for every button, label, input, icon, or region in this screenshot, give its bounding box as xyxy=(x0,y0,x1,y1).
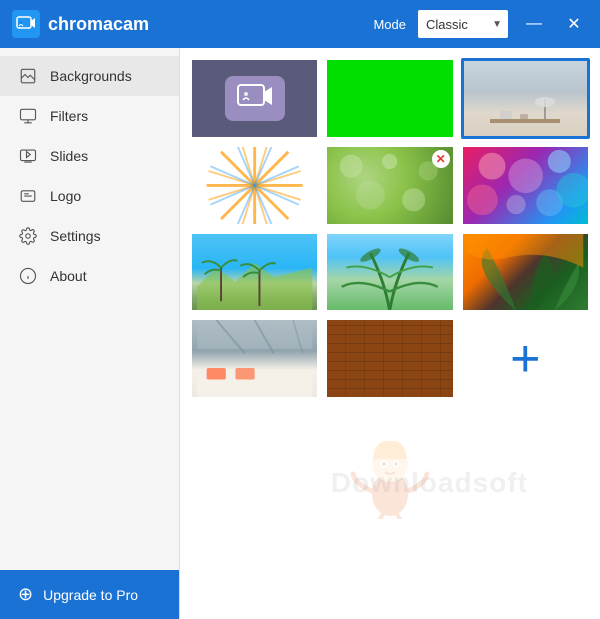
titlebar-controls: Mode Classic Virtual Custom ▼ — ✕ xyxy=(373,10,588,38)
background-thumb-brick[interactable] xyxy=(325,318,454,399)
add-background-button[interactable]: + xyxy=(461,318,590,399)
filters-icon xyxy=(18,106,38,126)
about-label: About xyxy=(50,268,87,284)
sidebar-nav: Backgrounds Filters Sl xyxy=(0,48,179,570)
backgrounds-icon xyxy=(18,66,38,86)
background-thumb-color-bokeh[interactable] xyxy=(461,145,590,226)
backgrounds-grid: ✕ xyxy=(180,48,600,409)
logo-label: Logo xyxy=(50,188,81,204)
logo-icon xyxy=(12,10,40,38)
minimize-button[interactable]: — xyxy=(520,10,548,38)
sidebar: Backgrounds Filters Sl xyxy=(0,48,180,619)
background-thumb-logo[interactable] xyxy=(190,58,319,139)
sidebar-item-about[interactable]: About xyxy=(0,256,179,296)
slides-icon xyxy=(18,146,38,166)
app-name: chromacam xyxy=(48,14,149,35)
upgrade-label: Upgrade to Pro xyxy=(43,587,138,603)
background-thumb-green[interactable] xyxy=(325,58,454,139)
sidebar-item-logo[interactable]: Logo xyxy=(0,176,179,216)
settings-icon xyxy=(18,226,38,246)
background-thumb-interior[interactable] xyxy=(190,318,319,399)
filters-label: Filters xyxy=(50,108,88,124)
about-icon xyxy=(18,266,38,286)
chromacam-logo-icon xyxy=(225,76,285,121)
mascot-figure xyxy=(345,429,435,519)
background-thumb-tropical[interactable] xyxy=(461,232,590,313)
background-thumb-bokeh[interactable]: ✕ xyxy=(325,145,454,226)
background-thumb-room[interactable] xyxy=(461,58,590,139)
background-thumb-palm-close[interactable] xyxy=(325,232,454,313)
upgrade-circle-icon: ⊕ xyxy=(18,584,33,605)
app-logo: chromacam xyxy=(12,10,373,38)
content-area: ✕ xyxy=(180,48,600,619)
sidebar-item-backgrounds[interactable]: Backgrounds xyxy=(0,56,179,96)
mode-select[interactable]: Classic Virtual Custom xyxy=(418,10,508,38)
mascot-area xyxy=(180,409,600,549)
settings-label: Settings xyxy=(50,228,101,244)
logo-nav-icon xyxy=(18,186,38,206)
titlebar: chromacam Mode Classic Virtual Custom ▼ … xyxy=(0,0,600,48)
sidebar-item-filters[interactable]: Filters xyxy=(0,96,179,136)
upgrade-button[interactable]: ⊕ Upgrade to Pro xyxy=(0,570,179,619)
backgrounds-label: Backgrounds xyxy=(50,68,132,84)
sidebar-item-slides[interactable]: Slides xyxy=(0,136,179,176)
main-layout: Backgrounds Filters Sl xyxy=(0,48,600,619)
background-thumb-palm-sunny[interactable] xyxy=(190,232,319,313)
background-thumb-sunburst[interactable] xyxy=(190,145,319,226)
mode-selector[interactable]: Classic Virtual Custom ▼ xyxy=(418,10,508,38)
slides-label: Slides xyxy=(50,148,88,164)
delete-badge[interactable]: ✕ xyxy=(432,150,450,168)
plus-icon: + xyxy=(510,333,540,385)
close-button[interactable]: ✕ xyxy=(560,10,588,38)
sidebar-item-settings[interactable]: Settings xyxy=(0,216,179,256)
mode-label: Mode xyxy=(373,17,406,32)
